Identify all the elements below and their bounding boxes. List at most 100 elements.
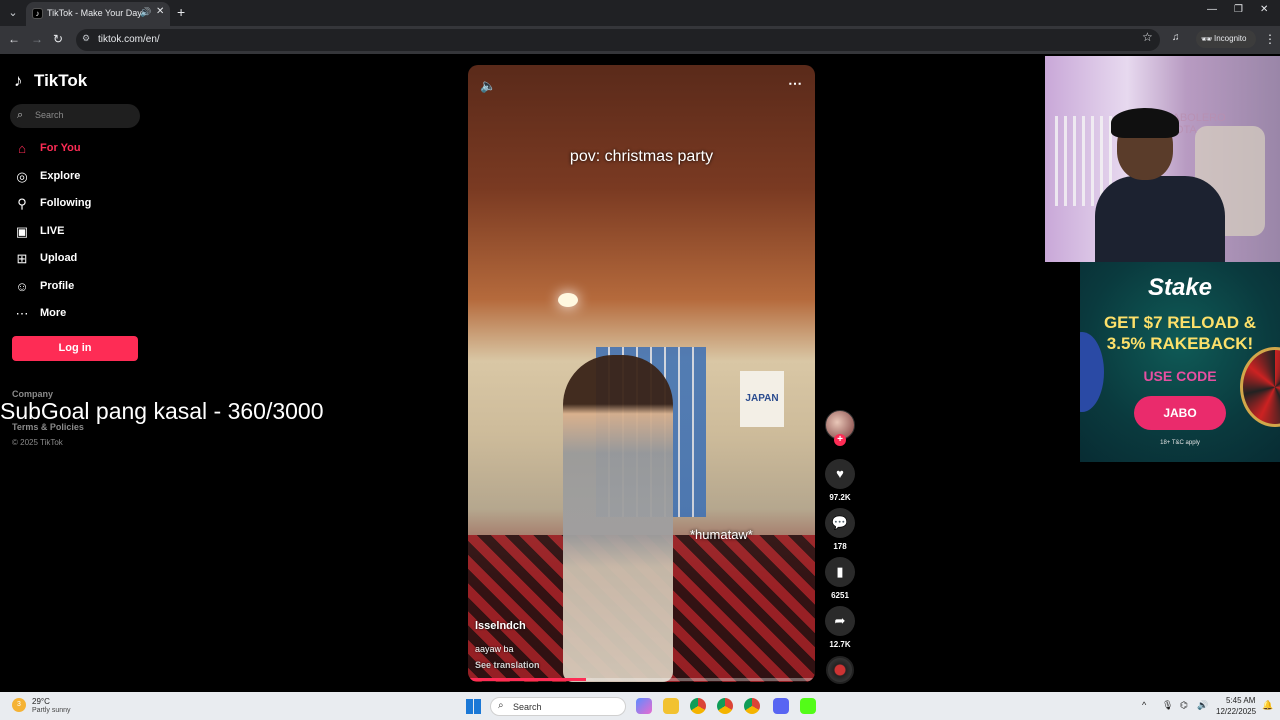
ad-headline-line-1: GET $7 RELOAD & <box>1103 313 1257 332</box>
stream-subgoal-overlay: SubGoal pang kasal - 360/3000 <box>0 398 324 424</box>
share-count: 12.7K <box>829 640 851 649</box>
microphone-icon[interactable]: 🎙 <box>1162 700 1173 711</box>
video-player[interactable]: JAPAN 🔈 ⋯ pov: christmas party *humataw*… <box>468 65 815 682</box>
login-button[interactable]: Log in <box>12 336 138 361</box>
sidebar-item-profile[interactable]: ☺ Profile <box>14 278 144 306</box>
windows-start-icon[interactable] <box>466 699 481 714</box>
video-scene-light <box>558 293 578 307</box>
media-controls-icon[interactable]: ♫ <box>1172 32 1180 43</box>
sidebar-item-following[interactable]: ⚲ Following <box>14 195 144 223</box>
new-tab-button[interactable]: + <box>177 4 185 20</box>
comment-icon[interactable]: 💬 <box>825 508 855 538</box>
see-translation-link[interactable]: See translation <box>475 660 540 670</box>
like-count: 97.2K <box>829 493 851 502</box>
sidebar-item-label: Upload <box>40 252 78 264</box>
sidebar-item-label: Following <box>40 197 92 209</box>
ad-roulette-graphic <box>1240 347 1280 427</box>
video-progress-fill <box>468 678 586 681</box>
incognito-icon: 🕶 <box>1201 34 1213 44</box>
speaker-icon[interactable]: 🔊 <box>140 7 151 18</box>
music-disc-icon[interactable] <box>826 656 854 684</box>
sidebar-item-upload[interactable]: ⊞ Upload <box>14 250 144 278</box>
file-explorer-icon[interactable] <box>663 698 679 714</box>
tab-close-icon[interactable]: ✕ <box>156 6 164 17</box>
video-scene-person <box>563 355 673 682</box>
webcam-scene-headphones <box>1111 108 1179 138</box>
bookmark-icon[interactable]: ▮ <box>825 557 855 587</box>
tiktok-favicon-icon: ♪ <box>32 8 43 19</box>
volume-tray-icon[interactable]: 🔊 <box>1197 700 1208 711</box>
discord-icon[interactable] <box>773 698 789 714</box>
sidebar-item-explore[interactable]: ◎ Explore <box>14 168 144 196</box>
video-caption-mid: *humataw* <box>690 527 753 542</box>
tray-chevron-icon[interactable]: ^ <box>1142 700 1146 710</box>
url-text: tiktok.com/en/ <box>98 34 160 45</box>
chrome-incognito-icon[interactable] <box>744 698 760 714</box>
video-caption-top: pov: christmas party <box>569 148 714 165</box>
volume-icon[interactable]: 🔈 <box>480 78 496 94</box>
reload-icon[interactable]: ↻ <box>53 32 63 46</box>
bookmark-star-icon[interactable]: ☆ <box>1142 30 1153 44</box>
taskbar-search[interactable]: ⌕ Search <box>490 697 626 716</box>
tiktok-note-icon: ♪ <box>14 71 23 90</box>
stake-ad-banner: Stake GET $7 RELOAD & 3.5% RAKEBACK! USE… <box>1080 262 1280 462</box>
ad-headline-line-2: 3.5% RAKEBACK! <box>1106 334 1254 353</box>
sidebar-item-label: LIVE <box>40 224 65 237</box>
search-icon: ⌕ <box>498 700 504 711</box>
weather-sun-icon[interactable]: 3 <box>12 698 26 712</box>
incognito-badge[interactable]: 🕶 Incognito <box>1196 30 1256 48</box>
upload-icon: ⊞ <box>16 251 28 266</box>
notification-bell-icon[interactable]: 🔔 <box>1262 700 1273 711</box>
tiktok-logo[interactable]: ♪ TikTok <box>14 71 87 91</box>
sidebar-item-label: For You <box>40 142 81 154</box>
video-scene-japan-poster: JAPAN <box>740 371 784 427</box>
address-bar[interactable]: ⚙ tiktok.com/en/ <box>76 29 1160 51</box>
browser-menu-icon[interactable]: ⋮ <box>1264 32 1276 46</box>
compass-icon: ◎ <box>16 168 28 184</box>
ad-code-badge: JABO <box>1134 396 1226 430</box>
more-icon: ⋯ <box>15 306 29 321</box>
window-close-icon[interactable]: ✕ <box>1260 4 1268 15</box>
forward-icon[interactable]: → <box>31 32 43 46</box>
like-heart-icon[interactable]: ♥ <box>825 459 855 489</box>
kick-icon[interactable] <box>800 698 816 714</box>
copilot-icon[interactable] <box>636 698 652 714</box>
network-icon[interactable]: ⌬ <box>1180 700 1188 711</box>
video-more-icon[interactable]: ⋯ <box>788 75 802 92</box>
profile-icon: ☺ <box>15 278 29 294</box>
ad-terms: 18+ T&C apply <box>1160 440 1200 446</box>
back-icon[interactable]: ← <box>8 32 20 46</box>
sidebar-item-label: Profile <box>40 279 75 292</box>
sidebar-item-label: More <box>40 307 67 319</box>
sidebar-item-for-you[interactable]: ⌂ For You <box>14 140 144 168</box>
clock-date[interactable]: 12/22/2025 <box>1216 707 1256 716</box>
live-icon: ▣ <box>15 223 29 239</box>
browser-tab[interactable]: ♪ TikTok - Make Your Day 🔊 ✕ <box>26 2 170 26</box>
site-info-icon[interactable]: ⚙ <box>82 33 90 44</box>
search-input[interactable]: ⌕ Search <box>10 104 140 128</box>
video-username[interactable]: lsselndch <box>475 620 526 632</box>
sidebar-item-label: Explore <box>40 169 81 182</box>
copyright-text: © 2025 TikTok <box>12 438 63 447</box>
weather-temp[interactable]: 29°C <box>32 697 50 706</box>
sidebar-item-more[interactable]: ⋯ More <box>14 305 144 333</box>
tab-title: TikTok - Make Your Day <box>47 8 142 18</box>
search-icon: ⌕ <box>17 109 24 121</box>
restore-icon[interactable]: ❐ <box>1234 4 1243 15</box>
video-progress-bar[interactable] <box>468 678 815 681</box>
chrome-icon[interactable] <box>690 698 706 714</box>
ad-brand-logo: Stake <box>1147 274 1213 301</box>
follow-plus-icon[interactable]: + <box>834 434 846 446</box>
weather-desc[interactable]: Partly sunny <box>32 707 71 714</box>
ad-code-label: USE CODE <box>1143 368 1217 384</box>
webcam-scene-body <box>1095 176 1225 262</box>
share-arrow-icon[interactable]: ➦ <box>825 606 855 636</box>
search-placeholder: Search <box>35 110 64 120</box>
sidebar-nav: ⌂ For You ◎ Explore ⚲ Following ▣ LIVE ⊞… <box>14 140 144 333</box>
sidebar-item-live[interactable]: ▣ LIVE <box>14 223 144 251</box>
chrome-profile-icon[interactable] <box>717 698 733 714</box>
home-icon: ⌂ <box>18 141 26 156</box>
tab-search-button[interactable]: ⌄ <box>4 4 22 22</box>
minimize-icon[interactable]: — <box>1207 4 1217 15</box>
clock-time[interactable]: 5:45 AM <box>1226 696 1255 705</box>
